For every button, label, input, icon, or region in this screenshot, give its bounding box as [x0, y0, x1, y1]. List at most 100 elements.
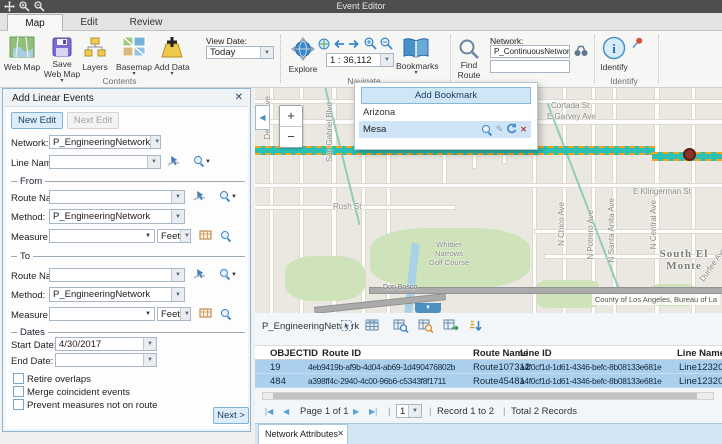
park-area	[537, 280, 599, 308]
to-select-route-on-map-icon[interactable]	[193, 268, 206, 284]
identify-button[interactable]: Identify	[598, 62, 630, 72]
bookmark-edit-icon[interactable]: ✎	[496, 124, 504, 135]
table-sort-icon[interactable]	[468, 319, 484, 334]
street-label: Rush St	[333, 202, 361, 211]
add-bookmark-button[interactable]: Add Bookmark	[361, 87, 531, 104]
select-line-on-map-icon[interactable]	[167, 155, 180, 171]
web-map-icon[interactable]	[9, 36, 35, 61]
find-route-button[interactable]: Find Route	[452, 60, 486, 80]
title-bar: Event Editor	[0, 0, 722, 13]
new-edit-button[interactable]: New Edit	[11, 112, 63, 129]
tab-review[interactable]: Review	[118, 14, 174, 31]
tab-map[interactable]: Map	[7, 14, 63, 32]
basemap-icon[interactable]	[122, 36, 146, 61]
table-select-icon[interactable]	[340, 319, 356, 334]
horizontal-scrollbar[interactable]	[262, 392, 714, 400]
bookmark-delete-icon[interactable]: ✕	[520, 125, 527, 134]
bookmark-item-mesa[interactable]: Mesa ✎ ✕	[359, 121, 531, 138]
from-select-route-on-map-icon[interactable]	[193, 190, 206, 206]
from-zoom-to-route-icon[interactable]: ▼	[219, 190, 237, 205]
network-attributes-tab[interactable]: Network Attributes ✕	[258, 424, 348, 444]
layers-button[interactable]: Layers	[74, 62, 116, 72]
prevent-measures-checkbox[interactable]	[13, 399, 24, 410]
to-zoom-to-measure-icon[interactable]	[220, 308, 232, 323]
page-number-select[interactable]: 1 ▼	[396, 404, 422, 418]
identify-icon[interactable]: i	[602, 36, 626, 63]
route-marker[interactable]	[683, 148, 696, 161]
identify-pin-icon[interactable]	[631, 37, 643, 52]
end-date-caret: ▼	[143, 354, 156, 366]
layers-icon[interactable]	[84, 37, 106, 61]
column-header-line-id[interactable]: Line ID	[520, 348, 552, 359]
to-zoom-to-route-icon[interactable]: ▼	[219, 268, 237, 283]
from-measure-unit-select[interactable]: Feet ▼	[157, 229, 191, 243]
merge-coincident-checkbox[interactable]	[13, 386, 24, 397]
table-switch-selection-icon[interactable]	[443, 319, 459, 334]
explore-button[interactable]: Explore	[285, 64, 321, 74]
map-zoom-out-button[interactable]: −	[280, 127, 302, 147]
bookmark-refresh-icon[interactable]	[506, 123, 517, 137]
explore-icon[interactable]	[290, 36, 316, 65]
add-data-button[interactable]: Add Data ▾	[150, 62, 194, 77]
network-select[interactable]: P_EngineeringNetwork ▼	[49, 135, 161, 149]
start-date-select[interactable]: 4/30/2017 ▼	[55, 337, 157, 351]
next-page-icon[interactable]: ▶	[353, 407, 359, 416]
view-date-select[interactable]: Today ▼	[206, 46, 274, 59]
bookmarks-icon[interactable]	[402, 37, 430, 62]
from-measure-table-icon[interactable]	[199, 229, 212, 244]
from-measure-combo[interactable]: ▼	[49, 229, 155, 243]
web-map-button[interactable]: Web Map	[0, 62, 44, 72]
binoculars-icon[interactable]	[574, 45, 588, 60]
add-data-icon[interactable]	[160, 36, 184, 61]
table-row[interactable]: 19 4eb9419b-af9b-4d04-ab69-1d490476802b …	[255, 360, 722, 374]
bookmark-zoom-icon[interactable]	[481, 124, 493, 136]
bookmark-item-arizona[interactable]: Arizona	[363, 107, 395, 118]
tab-edit[interactable]: Edit	[64, 14, 114, 31]
map-scale-select[interactable]: 1 : 36,112 ▼	[326, 53, 394, 67]
line-name-select[interactable]: ▼	[49, 155, 161, 169]
scrollbar-thumb[interactable]	[273, 393, 697, 399]
app-title: Event Editor	[0, 0, 722, 13]
map-zoom-in-button[interactable]: +	[280, 106, 302, 127]
to-measure-unit-select[interactable]: Feet ▼	[157, 307, 191, 321]
next-edit-button[interactable]: Next Edit	[67, 112, 119, 129]
end-date-select[interactable]: ▼	[55, 353, 157, 367]
bookmarks-button[interactable]: Bookmarks ▾	[396, 61, 436, 76]
table-pan-selected-icon[interactable]	[418, 319, 434, 334]
next-button[interactable]: Next >	[213, 407, 249, 424]
zoom-to-line-icon[interactable]: ▼	[193, 155, 211, 170]
from-zoom-to-measure-icon[interactable]	[220, 230, 232, 245]
to-route-name-select[interactable]: ▼	[49, 268, 185, 282]
to-measure-combo[interactable]: ▼	[49, 307, 155, 321]
find-route-network-select[interactable]: P_ContinuousNetwork ▼	[490, 45, 570, 58]
panel-close-icon[interactable]: ✕	[235, 92, 243, 103]
to-method-caret: ▼	[171, 288, 184, 301]
dock-table-arrow[interactable]: ▼	[415, 303, 441, 313]
column-header-line-name[interactable]: Line Name	[677, 348, 722, 359]
table-zoom-selected-icon[interactable]	[393, 319, 409, 334]
table-grid-icon[interactable]	[365, 319, 381, 334]
collapse-panel-arrow[interactable]: ◀	[255, 105, 270, 130]
previous-extent-icon[interactable]	[333, 39, 345, 52]
from-method-select[interactable]: P_EngineeringNetwork ▼	[49, 209, 185, 224]
cell-route-name: Route45481	[473, 376, 525, 387]
table-row[interactable]: 484 a398ff4c-2940-4c00-96b6-c5343f8f1711…	[255, 374, 722, 388]
find-route-input[interactable]	[490, 60, 570, 73]
column-header-objectid[interactable]: OBJECTID	[270, 348, 318, 359]
previous-page-icon[interactable]: ◀	[283, 407, 289, 416]
zoom-out-map-icon[interactable]	[380, 37, 393, 53]
to-measure-table-icon[interactable]	[199, 307, 212, 322]
first-page-icon[interactable]: |◀	[265, 407, 273, 416]
last-page-icon[interactable]: ▶|	[369, 407, 377, 416]
column-header-route-id[interactable]: Route ID	[322, 348, 361, 359]
city-label-line2: Monte	[653, 260, 715, 272]
save-web-map-icon[interactable]	[52, 37, 72, 60]
full-extent-icon[interactable]	[318, 38, 330, 53]
next-extent-icon[interactable]	[348, 39, 360, 52]
to-method-select[interactable]: P_EngineeringNetwork ▼	[49, 287, 185, 302]
bookmarks-popup: Add Bookmark Arizona Mesa ✎ ✕	[354, 82, 538, 150]
retire-overlaps-checkbox[interactable]	[13, 373, 24, 384]
tab-close-icon[interactable]: ✕	[337, 429, 344, 438]
from-route-name-select[interactable]: ▼	[49, 190, 185, 204]
zoom-in-map-icon[interactable]	[364, 37, 377, 53]
